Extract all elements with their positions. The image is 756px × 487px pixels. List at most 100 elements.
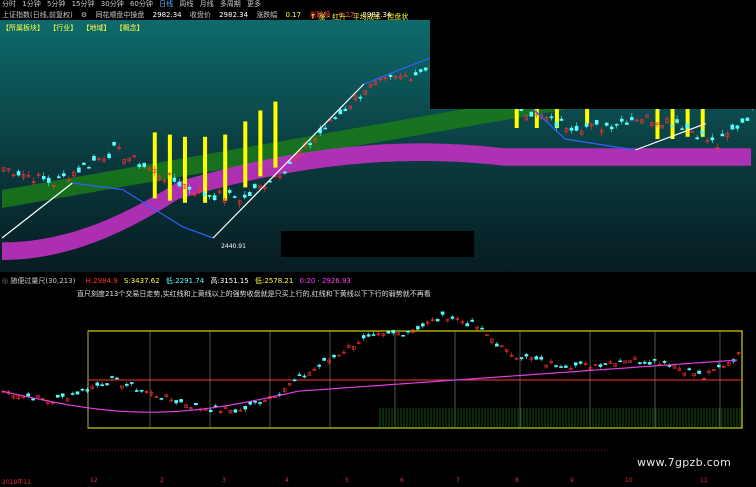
candle-body — [554, 365, 558, 367]
period-tab[interactable]: 30分钟 — [101, 0, 124, 8]
close-label: 收盘价 — [189, 11, 211, 19]
period-tab[interactable]: 分时 — [2, 0, 16, 8]
lower-indicator-name[interactable]: 随便过量尺(30,213) — [10, 277, 75, 285]
candle-body — [574, 125, 579, 131]
candle-body — [524, 354, 529, 357]
candle-body — [172, 177, 177, 182]
candle-body — [559, 366, 563, 368]
index-name[interactable]: 上证指数(日线,前复权) — [2, 11, 73, 19]
candle-body — [720, 133, 725, 137]
candle-body — [129, 382, 134, 384]
candle-body — [41, 176, 46, 180]
candle-body — [194, 402, 198, 405]
candle-body — [519, 357, 524, 359]
period-tab-more[interactable]: 更多 — [247, 0, 261, 8]
candle-body — [232, 196, 237, 198]
candle-body — [253, 184, 257, 189]
yellow-signal-bar — [182, 136, 187, 203]
candle-body — [529, 111, 534, 117]
candle-body — [740, 118, 745, 123]
candle-body — [406, 330, 410, 333]
candle-body — [202, 192, 207, 196]
candle-body — [418, 69, 423, 72]
candle-body — [625, 122, 629, 125]
candle-body — [323, 127, 328, 130]
candle-body — [730, 124, 735, 130]
candle-body — [139, 389, 144, 392]
candle-body — [100, 384, 104, 387]
candle-body — [60, 393, 65, 397]
candle-body — [564, 365, 568, 368]
candle-body — [243, 406, 248, 410]
period-tab[interactable]: 1分钟 — [22, 0, 40, 8]
candle-body — [685, 123, 689, 128]
ruler-indicator-chart[interactable] — [0, 300, 756, 460]
change-label: 涨跌幅 — [256, 11, 278, 19]
candle-body — [332, 354, 336, 358]
indicator-name[interactable]: 同花顺盘中操盘 — [95, 11, 144, 19]
candle-body — [554, 122, 559, 127]
candle-body — [242, 194, 247, 198]
badge-industry[interactable]: 【行业】 — [49, 24, 77, 32]
candle-body — [115, 377, 119, 380]
lower-description: 直尺刻度213个交易日走势,实红线和上黄线以上的强势收盘就是只买上行的,红线和下… — [77, 290, 431, 298]
period-tab[interactable]: 60分钟 — [130, 0, 153, 8]
candle-body — [338, 109, 343, 115]
period-tab[interactable]: 多周期 — [220, 0, 241, 8]
settings-icon[interactable]: ⚙ — [81, 11, 87, 19]
candle-body — [77, 167, 81, 173]
candle-body — [539, 356, 544, 360]
candle-body — [308, 142, 312, 146]
candle-body — [388, 74, 393, 78]
indicator-value: 2982.34 — [152, 11, 182, 19]
candle-body — [450, 316, 455, 319]
badge-sector[interactable]: 【所属板块】 — [2, 24, 44, 32]
candle-body — [80, 388, 85, 391]
candle-body — [85, 389, 90, 392]
badge-concept[interactable]: 【概念】 — [116, 24, 144, 32]
candle-body — [26, 393, 30, 397]
axis-label: 2 — [160, 477, 164, 484]
candle-body — [675, 119, 679, 123]
candle-body — [187, 186, 192, 190]
period-tab[interactable]: 15分钟 — [72, 0, 95, 8]
candle-body — [697, 370, 701, 374]
candle-body — [322, 358, 326, 361]
axis-label: 7 — [456, 477, 460, 484]
period-tab[interactable]: 5分钟 — [47, 0, 65, 8]
candle-body — [174, 400, 178, 404]
period-tab[interactable]: 周线 — [179, 0, 193, 8]
indicator-circle-icon[interactable]: ◎ — [2, 277, 8, 285]
axis-label: 10 — [625, 477, 633, 484]
candle-body — [92, 155, 96, 161]
stock-chart-window: 分时 1分钟 5分钟 15分钟 30分钟 60分钟 日线 周线 月线 多周期 更… — [0, 0, 756, 487]
candle-body — [670, 125, 674, 127]
candle-body — [371, 334, 376, 336]
candle-body — [203, 409, 208, 411]
candle-body — [423, 67, 428, 71]
overlay-panel — [430, 13, 756, 109]
candle-body — [745, 117, 750, 121]
candle-body — [584, 123, 589, 127]
candle-body — [391, 330, 396, 334]
badge-region[interactable]: 【地域】 — [82, 24, 110, 32]
candle-body — [569, 127, 574, 131]
candle-body — [700, 130, 705, 135]
period-tab-daily[interactable]: 日线 — [159, 0, 173, 8]
candle-body — [55, 394, 60, 398]
candle-body — [695, 137, 699, 140]
candle-body — [435, 318, 440, 322]
badge-row: 【所属板块】 【行业】 【地域】 【概念】 — [0, 23, 147, 33]
period-tab[interactable]: 月线 — [200, 0, 214, 8]
candle-body — [317, 364, 322, 367]
candle-body — [95, 382, 100, 386]
axis-label: 4 — [285, 477, 289, 484]
yellow-signal-bar — [243, 121, 248, 188]
axis-label: 2019年11 — [2, 479, 31, 486]
date-axis: 2019年11 12 2 3 4 5 6 7 8 9 10 11 — [0, 476, 756, 487]
candle-body — [227, 190, 232, 193]
candle-body — [82, 162, 86, 165]
candle-body — [142, 162, 147, 168]
candle-body — [87, 166, 91, 169]
candle-body — [630, 117, 634, 121]
